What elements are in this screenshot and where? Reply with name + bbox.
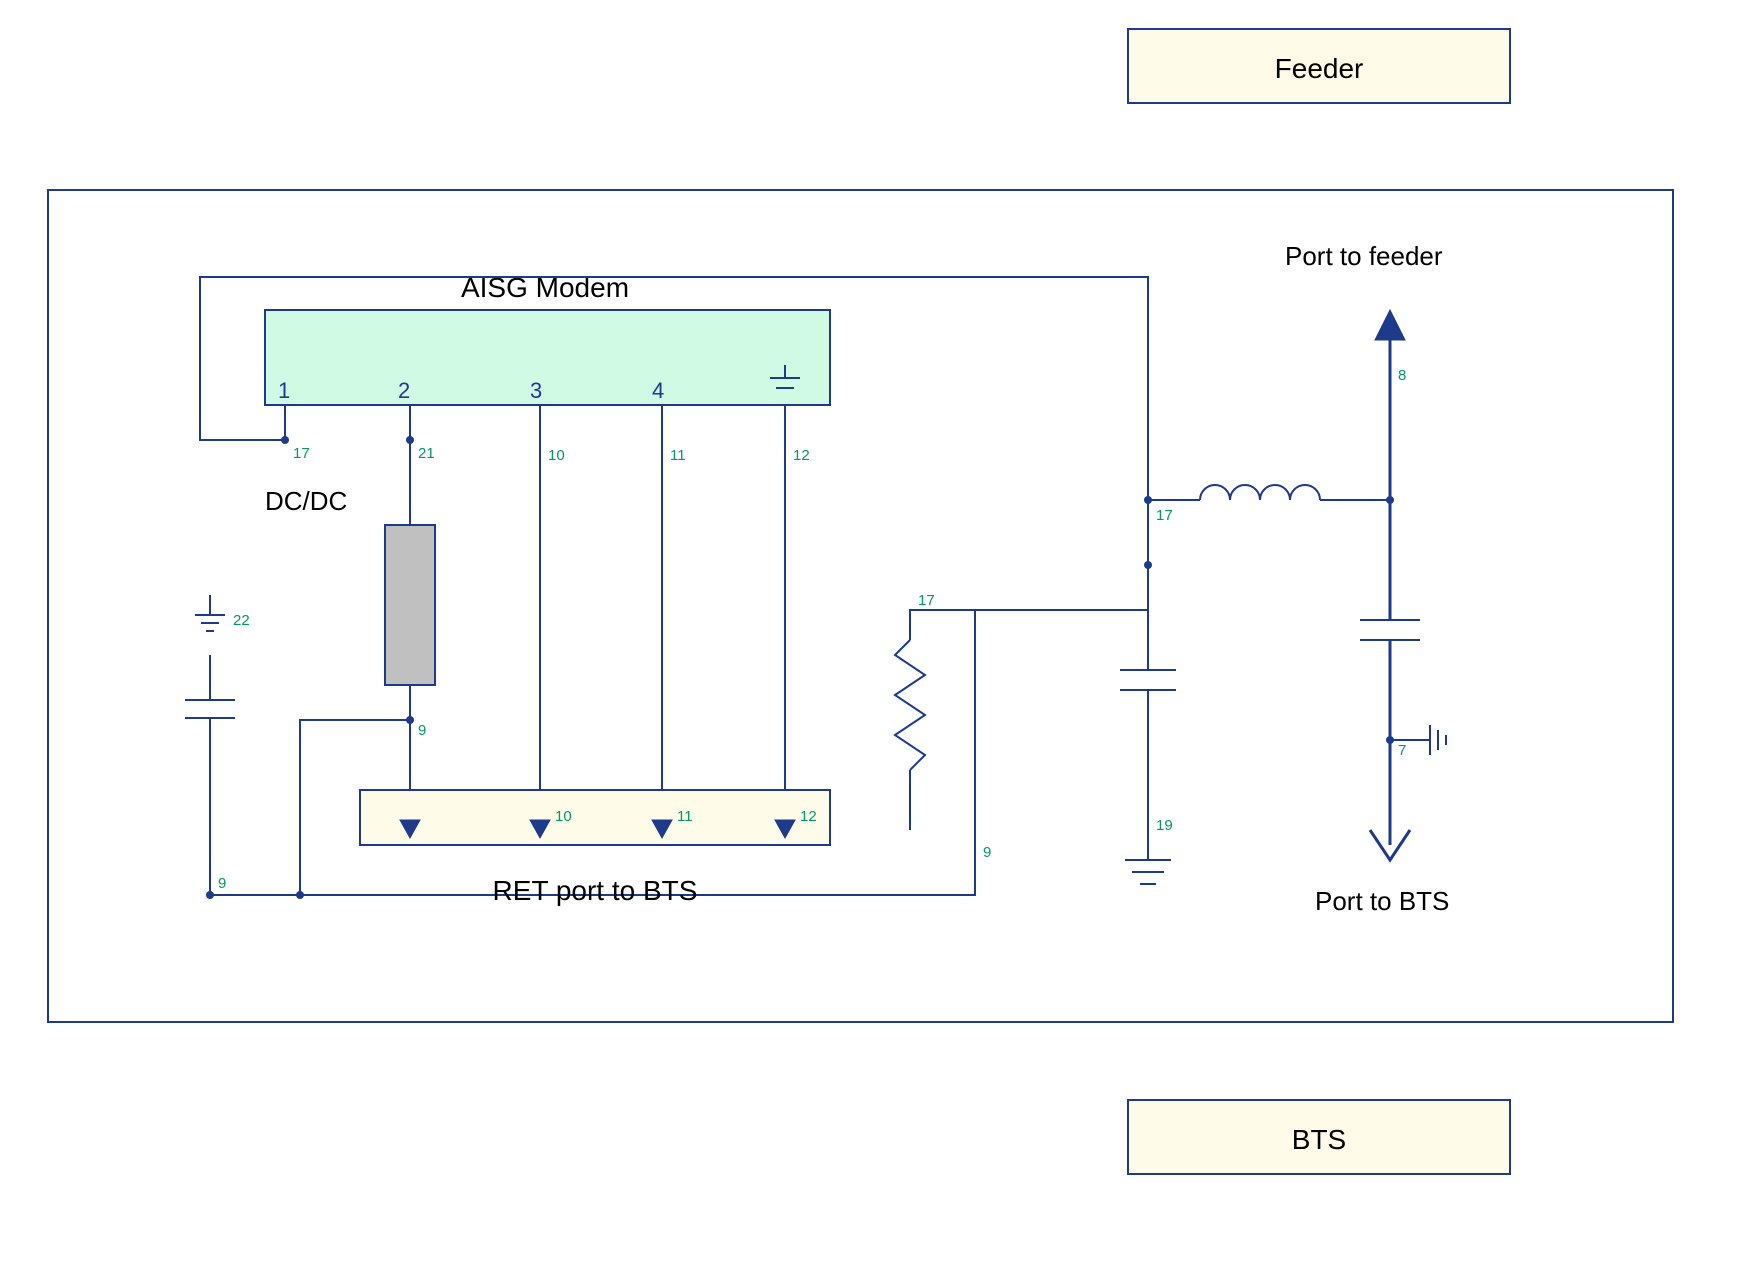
net-label-12: 12 — [793, 447, 810, 464]
ret-port-label: RET port to BTS — [493, 875, 698, 906]
ret-port-box: RET port to BTS 10 11 12 — [360, 790, 830, 906]
net-label-19: 19 — [1156, 817, 1173, 834]
net-label-10: 10 — [548, 447, 565, 464]
modem-pin-3: 3 — [530, 378, 542, 403]
ret-net-11: 11 — [677, 808, 693, 825]
resistor-branch: 17 — [895, 592, 975, 830]
ret-net-10: 10 — [555, 808, 572, 825]
circuit-diagram: Feeder AISG Modem 1 2 3 4 17 21 10 11 12… — [0, 0, 1762, 1283]
modem-pin-4: 4 — [652, 378, 664, 403]
net-label-9-right: 9 — [983, 844, 991, 861]
net-label-17-cap: 17 — [1156, 507, 1173, 524]
feeder-bts-port: Port to feeder 8 7 Port to BTS — [1285, 241, 1449, 916]
dcdc-label: DC/DC — [265, 486, 347, 516]
net-label-17-modem: 17 — [293, 445, 310, 462]
feeder-label-box: Feeder — [1128, 29, 1510, 103]
port-feeder-label: Port to feeder — [1285, 241, 1443, 271]
net-label-7: 7 — [1398, 742, 1406, 759]
aisg-modem: AISG Modem 1 2 3 4 — [265, 272, 830, 405]
net-label-17-res: 17 — [918, 592, 935, 609]
ret-net-12: 12 — [800, 808, 817, 825]
net-label-21: 21 — [418, 445, 435, 462]
net-label-8: 8 — [1398, 367, 1406, 384]
net-label-9-dcdc: 9 — [418, 722, 426, 739]
left-ground-cap: 22 — [185, 595, 250, 895]
cap-branch: 17 19 — [1120, 496, 1176, 884]
modem-pin-2: 2 — [398, 378, 410, 403]
bts-label-text: BTS — [1292, 1124, 1346, 1155]
net-label-11: 11 — [670, 447, 686, 464]
dcdc-block — [385, 525, 435, 685]
inductor — [1148, 485, 1390, 500]
port-bts-label: Port to BTS — [1315, 886, 1449, 916]
modem-pin-1: 1 — [278, 378, 290, 403]
net-label-9-bottom: 9 — [218, 875, 226, 892]
feeder-label-text: Feeder — [1275, 53, 1364, 84]
bts-label-box: BTS — [1128, 1100, 1510, 1174]
net-label-22: 22 — [233, 612, 250, 629]
